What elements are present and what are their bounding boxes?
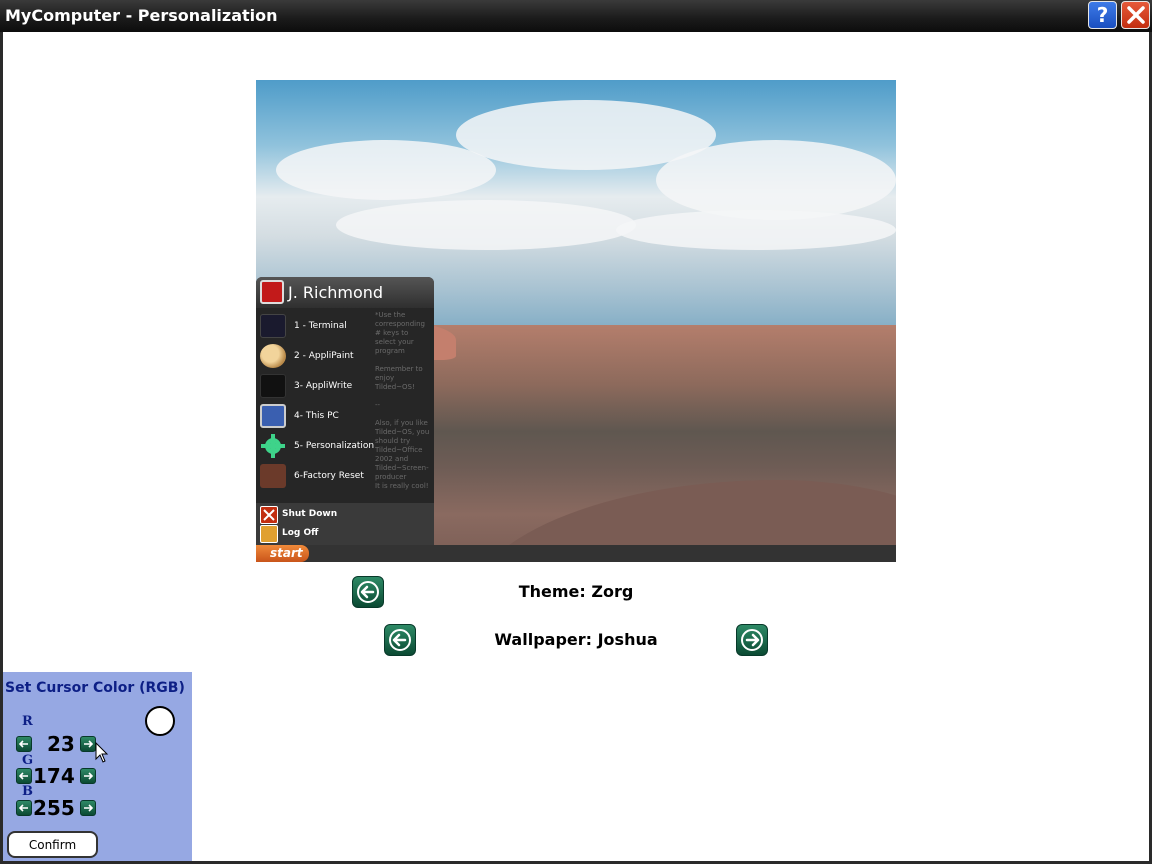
palette-icon (260, 344, 286, 368)
mouse-pointer-icon (95, 742, 109, 763)
gear-icon (260, 434, 286, 458)
menu-item-this-pc: 4- This PC (256, 402, 374, 432)
menu-item-appliwrite: 3- AppliWrite (256, 372, 374, 402)
start-menu-footer: Shut Down Log Off (256, 503, 434, 545)
blue-label: B (22, 784, 33, 799)
help-button[interactable]: ? (1088, 1, 1117, 29)
green-increase-button[interactable] (80, 768, 96, 784)
wallpaper-label: Wallpaper: Joshua (494, 630, 658, 649)
start-button-preview: start (256, 545, 309, 562)
arrow-right-icon (84, 772, 94, 780)
preview-taskbar: start (256, 545, 896, 562)
document-icon (260, 374, 286, 398)
arrow-left-icon (18, 804, 28, 812)
menu-item-terminal: 1 - Terminal (256, 312, 374, 342)
logoff-icon (260, 525, 278, 543)
wallpaper-next-button[interactable] (736, 624, 768, 656)
cursor-panel-title: Set Cursor Color (RGB) (5, 680, 185, 696)
terminal-icon (260, 314, 286, 338)
start-menu-header: J. Richmond (256, 277, 434, 308)
close-button[interactable] (1121, 1, 1150, 29)
red-decrease-button[interactable] (16, 736, 32, 752)
window-title: MyComputer - Personalization (5, 6, 278, 25)
red-value: 23 (47, 732, 75, 756)
arrow-left-icon (18, 772, 28, 780)
computer-icon (260, 404, 286, 428)
red-label: R (22, 714, 33, 729)
arrow-left-icon (389, 629, 411, 651)
wallpaper-prev-button[interactable] (384, 624, 416, 656)
logoff-item: Log Off (260, 525, 380, 543)
green-label: G (22, 753, 34, 768)
start-menu-preview: J. Richmond 1 - Terminal 2 - AppliPaint … (256, 277, 434, 545)
arrow-right-icon (741, 629, 763, 651)
menu-item-applipaint: 2 - AppliPaint (256, 342, 374, 372)
arrow-left-icon (18, 740, 28, 748)
user-name: J. Richmond (288, 283, 384, 302)
cursor-color-swatch (145, 706, 175, 736)
blue-decrease-button[interactable] (16, 800, 32, 816)
cursor-color-panel: Set Cursor Color (RGB) R 23 G 174 B 255 … (3, 672, 192, 861)
blue-increase-button[interactable] (80, 800, 96, 816)
theme-preview: J. Richmond 1 - Terminal 2 - AppliPaint … (256, 80, 896, 562)
green-value: 174 (33, 764, 75, 788)
arrow-right-icon (84, 804, 94, 812)
close-icon (1126, 6, 1145, 24)
theme-prev-button[interactable] (352, 576, 384, 608)
green-decrease-button[interactable] (16, 768, 32, 784)
start-menu-tips: *Use the corresponding # keys to select … (375, 311, 430, 490)
title-bar: MyComputer - Personalization ? (0, 0, 1152, 32)
confirm-button[interactable]: Confirm (7, 831, 98, 858)
user-avatar (260, 280, 284, 304)
menu-item-personalization: 5- Personalization (256, 432, 374, 462)
briefcase-icon (260, 464, 286, 488)
arrow-right-icon (84, 740, 94, 748)
shutdown-item: Shut Down (260, 506, 380, 524)
shutdown-icon (260, 506, 278, 524)
blue-value: 255 (33, 796, 75, 820)
menu-item-factory-reset: 6-Factory Reset (256, 462, 374, 492)
help-icon: ? (1096, 3, 1109, 27)
theme-label: Theme: Zorg (518, 582, 634, 601)
arrow-left-icon (357, 581, 379, 603)
red-increase-button[interactable] (80, 736, 96, 752)
